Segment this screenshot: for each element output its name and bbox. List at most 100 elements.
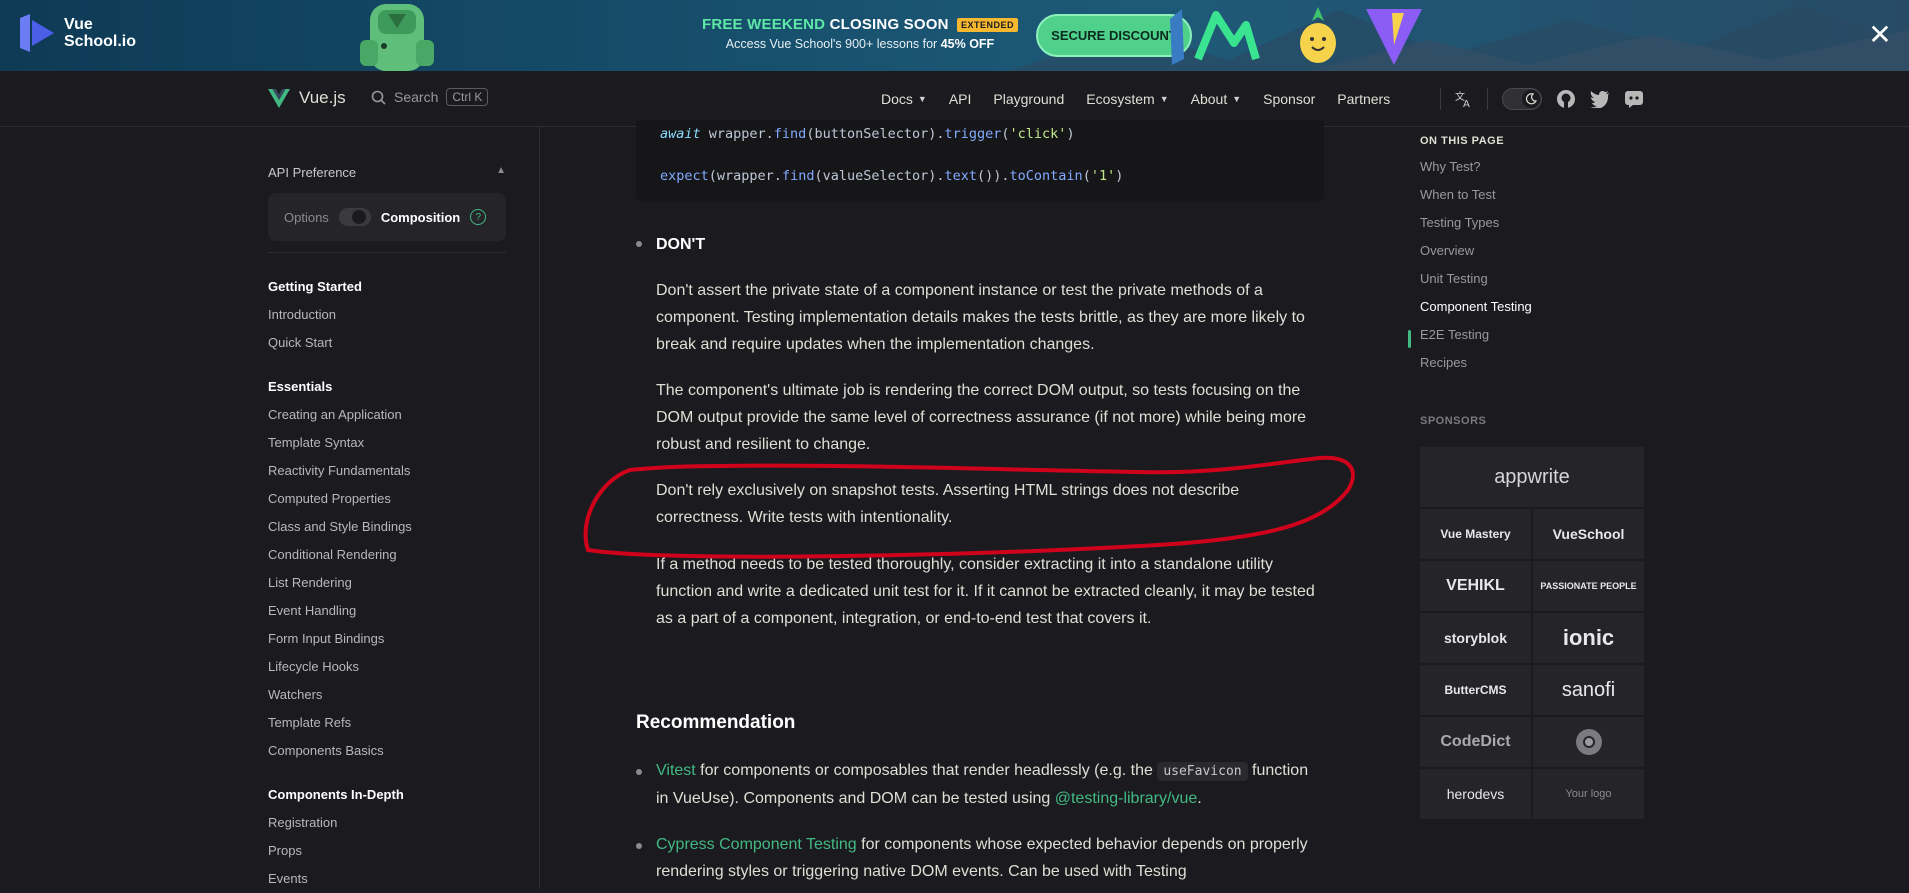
options-label[interactable]: Options [284,210,329,225]
dark-mode-toggle[interactable] [1502,88,1542,110]
sponsor-vueschool[interactable]: VueSchool [1533,509,1644,559]
api-preference-header[interactable]: API Preference ▲ [268,165,506,180]
sidebar-item[interactable]: Form Input Bindings [268,625,412,653]
vueschool-logo[interactable]: Vue School.io [20,14,136,52]
nav-partners[interactable]: Partners [1326,71,1401,126]
promo-banner[interactable]: Vue School.io FREE WEEKEND CLOSING SOON … [0,0,1909,71]
search-icon [371,90,386,105]
toc-active-marker [1408,330,1411,348]
nav-api[interactable]: API [938,71,983,126]
chevron-down-icon: ▼ [917,93,927,104]
api-preference-switch: Options Composition ? [268,193,506,241]
sponsor-buttercms[interactable]: ButterCMS [1420,665,1531,715]
api-toggle[interactable] [338,208,371,226]
recommendation-heading: Recommendation [636,712,796,733]
sponsor-appwrite[interactable]: appwrite [1420,447,1644,507]
code-line: await wrapper.find(buttonSelector).trigg… [660,126,1075,142]
sidebar-item[interactable]: Reactivity Fundamentals [268,457,412,485]
toc-item[interactable]: Why Test? [1420,153,1644,181]
nav-about[interactable]: About ▼ [1180,71,1253,126]
sponsor-sanofi[interactable]: sanofi [1533,665,1644,715]
nav-ecosystem[interactable]: Ecosystem ▼ [1075,71,1179,126]
inline-code: useFavicon [1157,762,1248,781]
toc-item[interactable]: E2E Testing [1420,321,1644,349]
sponsor-codedict[interactable]: CodeDict [1420,717,1531,767]
pineapple-icon [1300,7,1336,63]
sidebar-item[interactable]: Watchers [268,681,412,709]
search-button[interactable]: Search Ctrl K [371,88,489,106]
sidebar-item[interactable]: Components Basics [268,737,412,765]
toc-item-active[interactable]: Component Testing [1420,293,1644,321]
nav-divider [1440,88,1441,110]
nav-docs[interactable]: Docs ▼ [870,71,938,126]
sponsor-vehikl[interactable]: VEHIKL [1420,561,1531,611]
banner-close-icon[interactable]: ✕ [1865,20,1895,50]
toc-item[interactable]: When to Test [1420,181,1644,209]
dont-heading: DON'T [656,236,706,253]
svg-text:A: A [1463,99,1470,108]
toc-item[interactable]: Recipes [1420,349,1644,377]
vueschool-mark-icon [20,14,54,52]
sponsor-your-logo[interactable]: Your logo [1533,769,1644,819]
sponsor-ionic[interactable]: ionic [1533,613,1644,663]
brand-name: Vue.js [299,88,346,107]
secure-discount-button[interactable]: SECURE DISCOUNT [1036,14,1192,57]
recommendation-cypress: Cypress Component Testing for components… [656,836,1308,880]
vite-logo-icon [1366,9,1422,65]
sidebar-item-registration[interactable]: Registration [268,809,404,837]
top-navbar: Vue.js Search Ctrl K Docs ▼ API Playgroun… [0,71,1909,127]
toc-item[interactable]: Unit Testing [1420,265,1644,293]
sidebar-item[interactable]: Computed Properties [268,485,412,513]
left-sidebar: API Preference ▲ Options Composition ? G… [0,127,540,889]
sidebar-item[interactable]: Template Refs [268,709,412,737]
twitter-icon[interactable] [1590,90,1610,108]
help-icon[interactable]: ? [470,209,487,225]
paragraph-private-state: Don't assert the private state of a comp… [656,282,1305,353]
discord-icon[interactable] [1624,89,1644,109]
search-label: Search [394,89,439,105]
github-icon[interactable] [1556,89,1576,109]
sidebar-group-components-in-depth: Components In-Depth Registration Props E… [268,781,404,893]
nav-tools: 文 A [1440,88,1644,110]
red-annotation-circle [583,455,1355,559]
sidebar-item[interactable]: Template Syntax [268,429,412,457]
sponsors-grid: appwrite Vue Mastery VueSchool VEHIKL PA… [1420,447,1644,821]
sidebar-item-introduction[interactable]: Introduction [268,301,362,329]
search-shortcut: Ctrl K [446,88,489,106]
sponsor-passionate-people[interactable]: PASSIONATE PEOPLE [1533,561,1644,611]
sidebar-group-essentials: Essentials Creating an Application Templ… [268,373,412,765]
toc-title: ON THIS PAGE [1420,135,1505,147]
composition-label[interactable]: Composition [381,210,460,225]
promo-free: FREE WEEKEND [701,16,826,33]
vueschool-line2: School.io [64,33,136,50]
toc-item[interactable]: Overview [1420,237,1644,265]
sidebar-item[interactable]: Creating an Application [268,401,412,429]
sidebar-item[interactable]: List Rendering [268,569,412,597]
sidebar-item[interactable]: Class and Style Bindings [268,513,412,541]
sponsor-herodevs[interactable]: herodevs [1420,769,1531,819]
cypress-link[interactable]: Cypress Component Testing [656,836,857,853]
sponsor-chrome-icon[interactable] [1533,717,1644,767]
nav-sponsor[interactable]: Sponsor [1252,71,1326,126]
recommendation-vitest: Vitest for components or composables tha… [656,762,1309,807]
sidebar-divider [268,252,506,253]
chevron-down-icon: ▼ [1159,93,1169,104]
vuejs-brand[interactable]: Vue.js [268,88,346,108]
testing-library-link[interactable]: @testing-library/vue [1055,790,1198,807]
promo-discount: 45% OFF [940,37,995,51]
code-block: await wrapper.find(buttonSelector).trigg… [636,120,1324,202]
vitest-link[interactable]: Vitest [656,762,696,779]
translate-icon[interactable]: 文 A [1455,90,1473,108]
sidebar-item-quick-start[interactable]: Quick Start [268,329,362,357]
sidebar-item[interactable]: Conditional Rendering [268,541,412,569]
nav-playground[interactable]: Playground [982,71,1075,126]
sidebar-item-props[interactable]: Props [268,837,404,865]
sponsor-vue-mastery[interactable]: Vue Mastery [1420,509,1531,559]
sidebar-group-title: Getting Started [268,279,362,294]
toc-item[interactable]: Testing Types [1420,209,1644,237]
toc-list: Why Test? When to Test Testing Types Ove… [1408,153,1644,377]
sponsor-storyblok[interactable]: storyblok [1420,613,1531,663]
paragraph-extract-method: If a method needs to be tested thoroughl… [656,556,1315,627]
sidebar-item[interactable]: Event Handling [268,597,412,625]
sidebar-item[interactable]: Lifecycle Hooks [268,653,412,681]
